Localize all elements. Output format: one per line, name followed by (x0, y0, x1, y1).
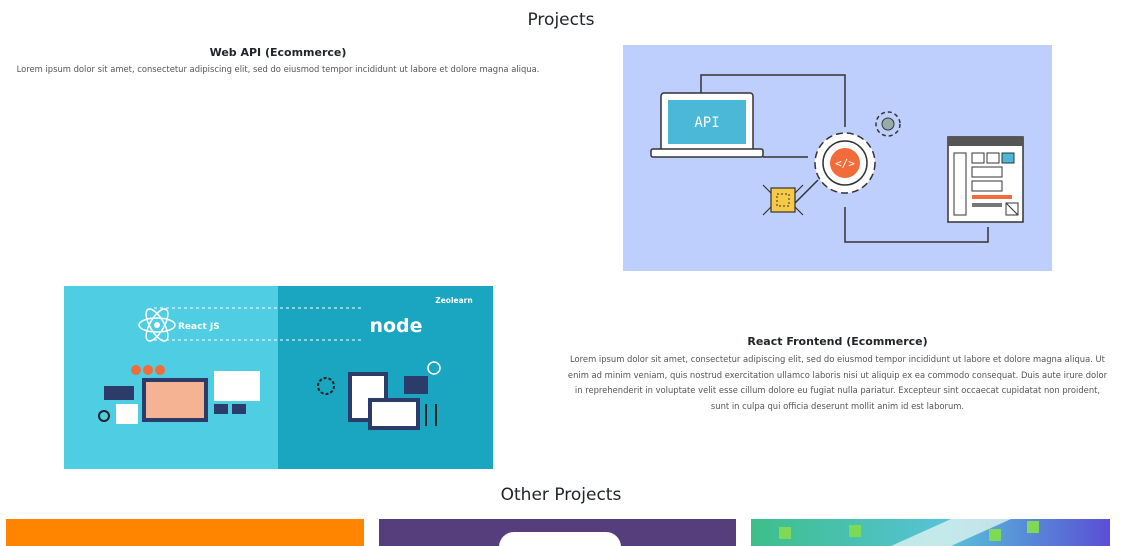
card-thumbnail (6, 519, 364, 546)
svg-text:</>: </> (835, 157, 855, 170)
api-illustration: API </> (623, 45, 1052, 271)
other-project-card[interactable] (751, 519, 1110, 546)
project-web-api-text: Web API (Ecommerce) Lorem ipsum dolor si… (4, 46, 552, 78)
laptop-icon: API (650, 92, 764, 158)
react-js-label: React JS (178, 322, 220, 332)
project-web-api-image[interactable]: API </> (623, 45, 1052, 271)
project-description: Lorem ipsum dolor sit amet, consectetur … (16, 64, 540, 74)
project-description: Lorem ipsum dolor sit amet, consectetur … (567, 354, 1108, 411)
node-label: node (369, 315, 422, 337)
other-project-card[interactable] (6, 519, 364, 546)
card-thumbnail (751, 519, 1110, 546)
other-projects-heading: Other Projects (500, 485, 622, 505)
project-react-frontend-text: React Frontend (Ecommerce) Lorem ipsum d… (565, 335, 1110, 414)
react-node-illustration: React JS node Zeolearn (64, 286, 493, 469)
small-gear-icon (875, 111, 901, 137)
api-label: API (694, 115, 719, 131)
project-react-frontend-image[interactable]: React JS node Zeolearn (64, 286, 493, 469)
zeolearn-brand: Zeolearn (435, 296, 472, 305)
other-project-card[interactable] (379, 519, 736, 546)
project-title: Web API (Ecommerce) (209, 46, 347, 59)
code-gear-icon: </> (814, 132, 876, 194)
project-title: React Frontend (Ecommerce) (747, 335, 928, 348)
card-thumbnail (379, 519, 736, 546)
web-window-icon (947, 136, 1024, 223)
projects-heading: Projects (527, 10, 595, 30)
